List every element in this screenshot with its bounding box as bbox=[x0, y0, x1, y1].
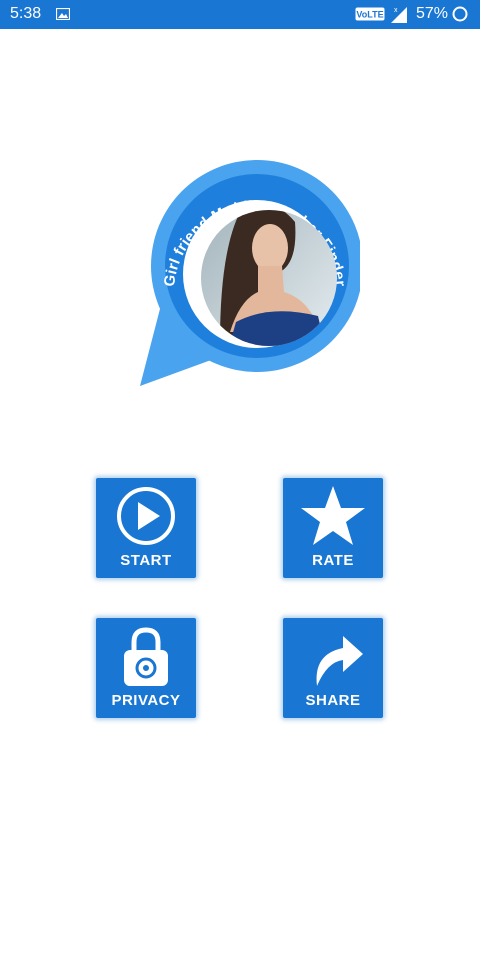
battery-percent: 57% bbox=[416, 5, 449, 22]
rate-label: RATE bbox=[312, 552, 354, 569]
star-icon bbox=[301, 486, 365, 545]
play-icon bbox=[117, 487, 175, 545]
rate-button[interactable]: RATE bbox=[283, 478, 383, 578]
cell-signal-icon: x bbox=[391, 7, 407, 23]
privacy-button[interactable]: PRIVACY bbox=[96, 618, 196, 718]
share-button[interactable]: SHARE bbox=[283, 618, 383, 718]
lock-icon bbox=[124, 627, 168, 686]
volte-icon: VoLTE bbox=[355, 7, 385, 21]
privacy-label: PRIVACY bbox=[111, 692, 181, 709]
share-label: SHARE bbox=[305, 692, 361, 709]
status-bar: 5:38 VoLTE x 57% bbox=[0, 0, 480, 29]
svg-text:x: x bbox=[394, 7, 398, 14]
start-label: START bbox=[120, 552, 172, 569]
share-arrow-icon bbox=[316, 636, 363, 686]
start-button[interactable]: START bbox=[96, 478, 196, 578]
image-notification-icon bbox=[56, 8, 70, 20]
status-time: 5:38 bbox=[10, 5, 42, 22]
profile-photo bbox=[201, 210, 337, 346]
volte-text: VoLTE bbox=[356, 10, 383, 20]
battery-ring-icon bbox=[452, 6, 468, 22]
